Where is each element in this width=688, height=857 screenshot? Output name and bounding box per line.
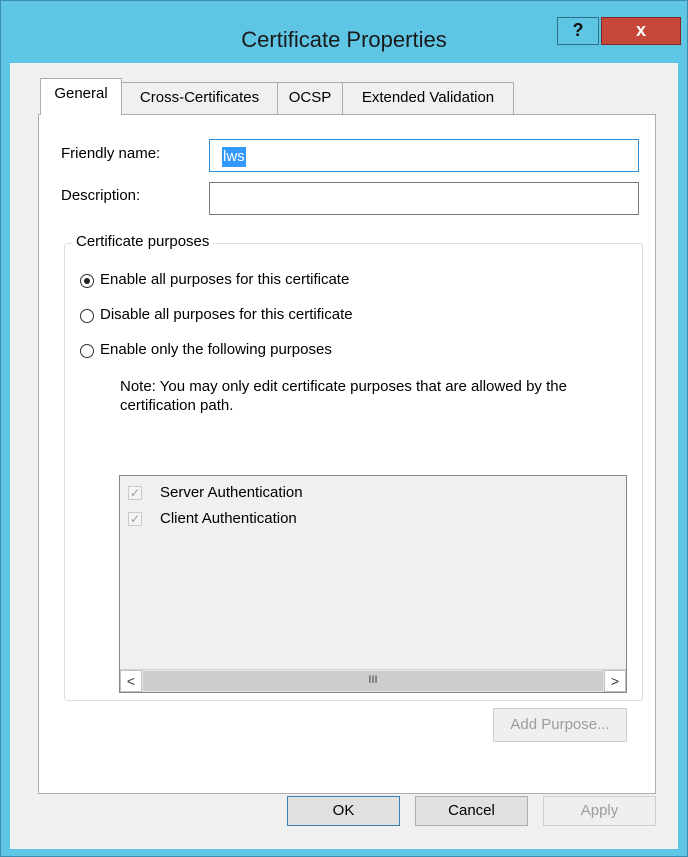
cancel-button[interactable]: Cancel [415,796,528,826]
certificate-purposes-title: Certificate purposes [72,233,214,250]
scroll-left-arrow[interactable]: < [120,670,142,692]
certificate-properties-dialog: Certificate Properties ? x General Cross… [0,0,688,857]
scroll-thumb[interactable]: III [143,671,603,691]
radio-disable-all-label[interactable]: Disable all purposes for this certificat… [100,306,353,323]
friendly-name-input[interactable]: lws [209,139,639,172]
help-button[interactable]: ? [557,17,599,45]
tab-ocsp[interactable]: OCSP [277,82,343,114]
purposes-listbox[interactable]: ✓ Server Authentication ✓ Client Authent… [119,475,627,693]
tab-cross-certificates[interactable]: Cross-Certificates [121,82,278,114]
purpose-server-authentication: Server Authentication [160,484,303,501]
tab-extended-validation[interactable]: Extended Validation [342,82,514,114]
checkbox-client-authentication: ✓ [128,512,142,526]
friendly-name-label: Friendly name: [61,145,161,162]
radio-enable-following-label[interactable]: Enable only the following purposes [100,341,332,358]
tab-general[interactable]: General [40,78,122,115]
horizontal-scrollbar[interactable]: < III > [120,669,626,692]
description-label: Description: [61,187,141,204]
close-button[interactable]: x [601,17,681,45]
dialog-client-area: General Cross-Certificates OCSP Extended… [10,63,678,849]
purpose-client-authentication: Client Authentication [160,510,297,527]
title-bar[interactable]: Certificate Properties ? x [1,1,687,71]
radio-enable-all[interactable] [80,274,94,288]
add-purpose-button[interactable]: Add Purpose... [493,708,627,742]
radio-enable-following[interactable] [80,344,94,358]
scroll-right-arrow[interactable]: > [604,670,626,692]
friendly-name-value: lws [222,147,246,167]
apply-button[interactable]: Apply [543,796,656,826]
general-tab-panel: Friendly name: lws Description: Certific… [38,114,656,794]
ok-button[interactable]: OK [287,796,400,826]
checkbox-server-authentication: ✓ [128,486,142,500]
description-input[interactable] [209,182,639,215]
purposes-note: Note: You may only edit certificate purp… [120,378,567,414]
radio-enable-all-label[interactable]: Enable all purposes for this certificate [100,271,349,288]
radio-disable-all[interactable] [80,309,94,323]
